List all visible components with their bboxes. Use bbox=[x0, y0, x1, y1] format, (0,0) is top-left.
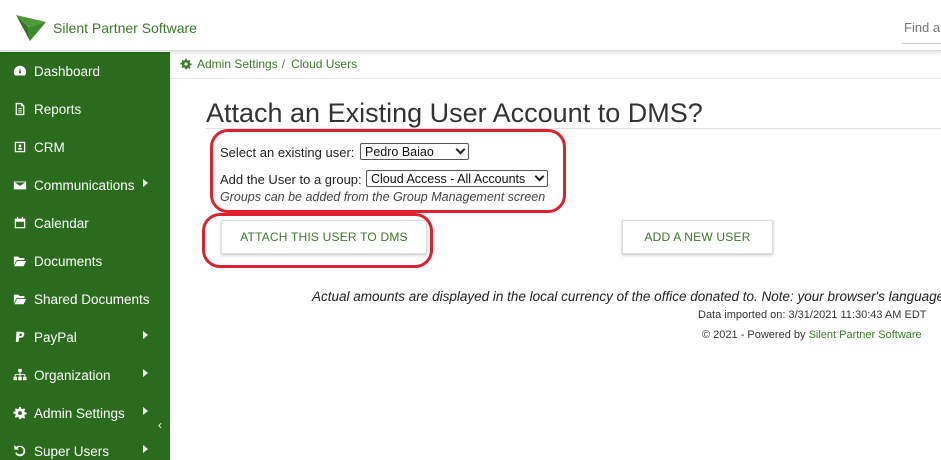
sidebar-item-label: Communications bbox=[34, 177, 135, 193]
sidebar-item-label: Dashboard bbox=[34, 63, 101, 79]
sidebar-item-label: Super Users bbox=[34, 443, 110, 459]
existing-user-value: Pedro Baiao bbox=[365, 144, 434, 159]
report-icon bbox=[12, 101, 28, 117]
existing-user-select[interactable]: Pedro Baiao bbox=[360, 143, 469, 160]
paypal-icon bbox=[12, 329, 28, 345]
group-label: Add the User to a group: bbox=[220, 172, 362, 187]
sidebar-item-calendar[interactable]: Calendar bbox=[0, 204, 160, 242]
copyright-text: © 2021 - Powered by bbox=[702, 329, 806, 341]
chevron-down-icon bbox=[455, 144, 466, 155]
data-imported-timestamp: Data imported on: 3/31/2021 11:30:43 AM … bbox=[698, 309, 927, 321]
sidebar: Dashboard Reports CRM Communications Cal… bbox=[0, 52, 170, 460]
sidebar-item-organization[interactable]: Organization bbox=[0, 356, 160, 394]
brand-name[interactable]: Silent Partner Software bbox=[53, 20, 197, 36]
sidebar-item-label: Reports bbox=[34, 101, 82, 117]
breadcrumb-cloud-users[interactable]: Cloud Users bbox=[291, 57, 357, 71]
sidebar-item-reports[interactable]: Reports bbox=[0, 90, 160, 128]
copyright-link[interactable]: Silent Partner Software bbox=[809, 329, 922, 341]
group-select[interactable]: Cloud Access - All Accounts bbox=[366, 170, 548, 187]
sidebar-item-label: Documents bbox=[34, 253, 103, 269]
currency-note: Actual amounts are displayed in the loca… bbox=[312, 289, 941, 304]
gear-icon bbox=[180, 58, 192, 70]
chevron-right-icon bbox=[143, 369, 148, 377]
folder-open-icon bbox=[12, 253, 28, 269]
sidebar-item-label: PayPal bbox=[34, 329, 77, 345]
sidebar-item-admin-settings[interactable]: Admin Settings bbox=[0, 394, 160, 432]
envelope-icon bbox=[12, 177, 28, 193]
sidebar-item-label: CRM bbox=[34, 139, 65, 155]
breadcrumb: Admin Settings / Cloud Users bbox=[180, 57, 357, 71]
dashboard-icon bbox=[12, 63, 28, 79]
breadcrumb-admin-settings[interactable]: Admin Settings bbox=[197, 57, 278, 71]
contact-card-icon bbox=[12, 139, 28, 155]
gear-icon bbox=[12, 405, 28, 421]
copyright: © 2021 - Powered by Silent Partner Softw… bbox=[702, 329, 922, 341]
chevron-down-icon bbox=[534, 171, 545, 182]
sidebar-item-label: Admin Settings bbox=[34, 405, 125, 421]
sidebar-collapse-toggle[interactable]: ‹ bbox=[158, 418, 162, 432]
group-value: Cloud Access - All Accounts bbox=[371, 171, 526, 186]
sidebar-item-paypal[interactable]: PayPal bbox=[0, 318, 160, 356]
chevron-right-icon bbox=[143, 407, 148, 415]
chevron-right-icon bbox=[143, 179, 148, 187]
folder-open-icon bbox=[12, 291, 28, 307]
calendar-icon bbox=[12, 215, 28, 231]
search-input[interactable] bbox=[902, 12, 941, 44]
refresh-icon bbox=[12, 443, 28, 459]
sidebar-item-shared-documents[interactable]: Shared Documents bbox=[0, 280, 160, 318]
add-new-user-button[interactable]: ADD A NEW USER bbox=[622, 220, 773, 254]
sitemap-icon bbox=[12, 367, 28, 383]
sidebar-item-documents[interactable]: Documents bbox=[0, 242, 160, 280]
sidebar-item-label: Organization bbox=[34, 367, 111, 383]
select-user-label: Select an existing user: bbox=[220, 145, 355, 160]
attach-user-button[interactable]: ATTACH THIS USER TO DMS bbox=[221, 220, 427, 254]
sidebar-item-label: Shared Documents bbox=[34, 291, 150, 307]
chevron-right-icon bbox=[143, 445, 148, 453]
sidebar-item-crm[interactable]: CRM bbox=[0, 128, 160, 166]
sidebar-item-communications[interactable]: Communications bbox=[0, 166, 160, 204]
page-title: Attach an Existing User Account to DMS? bbox=[206, 98, 703, 128]
sidebar-item-dashboard[interactable]: Dashboard bbox=[0, 52, 160, 90]
sidebar-item-label: Calendar bbox=[34, 215, 89, 231]
brand-logo-icon[interactable] bbox=[16, 15, 46, 41]
breadcrumb-separator: / bbox=[281, 57, 286, 71]
group-hint: Groups can be added from the Group Manag… bbox=[220, 190, 546, 204]
title-divider bbox=[206, 128, 941, 129]
breadcrumb-divider bbox=[170, 78, 941, 79]
chevron-right-icon bbox=[143, 331, 148, 339]
sidebar-item-super-users[interactable]: Super Users bbox=[0, 432, 160, 460]
top-bar: Silent Partner Software bbox=[0, 0, 941, 51]
